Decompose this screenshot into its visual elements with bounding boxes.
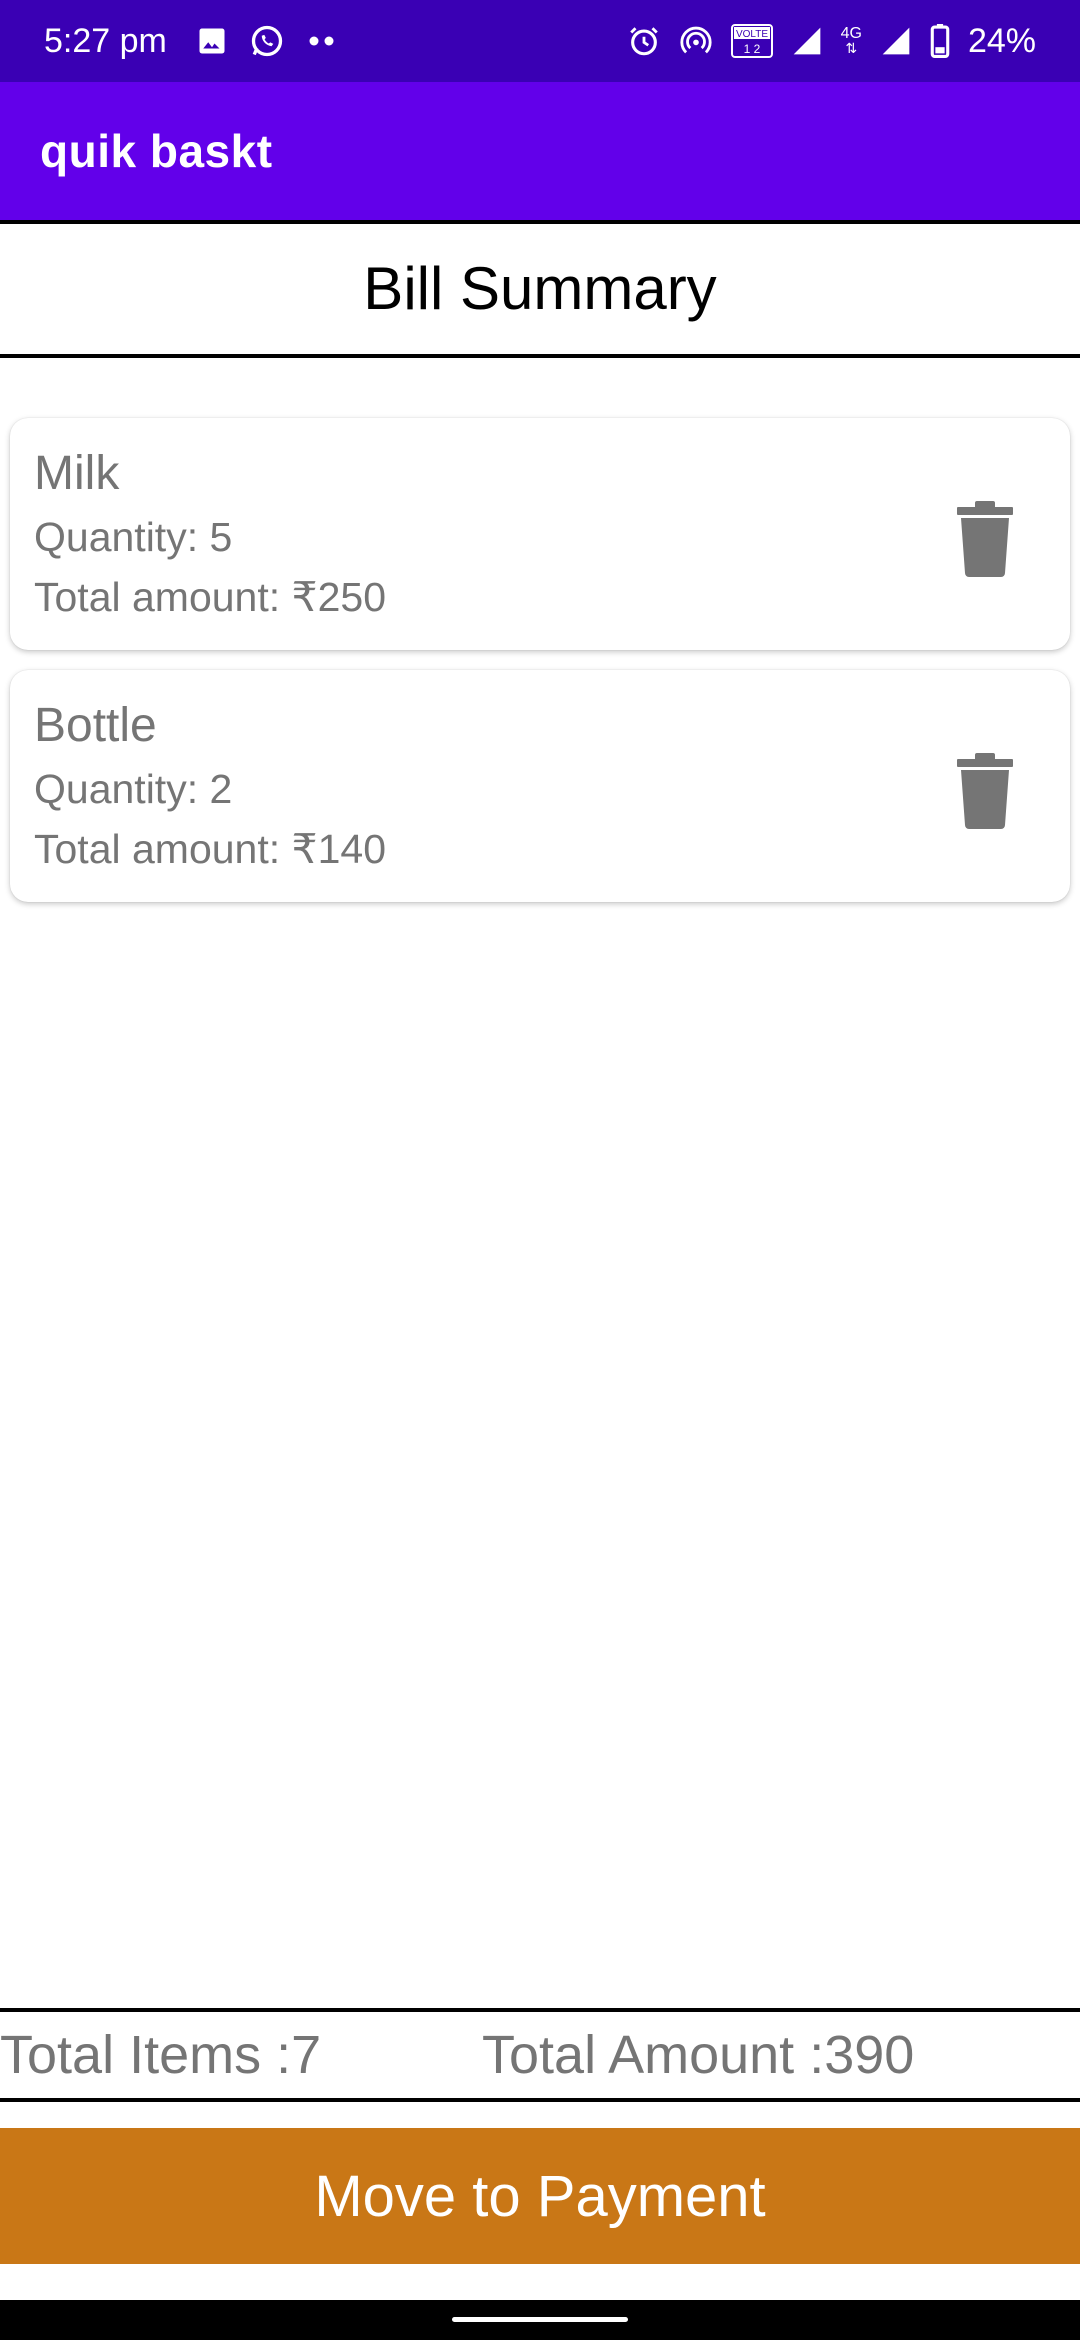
app-bar: quik baskt [0,82,1080,220]
move-to-payment-button[interactable]: Move to Payment [0,2128,1080,2264]
page-title: Bill Summary [363,254,717,322]
totals-row: Total Items :7 Total Amount :390 [0,2012,1080,2098]
battery-percentage: 24% [967,21,1036,60]
trash-icon [957,753,1013,829]
status-time: 5:27 pm [44,21,167,60]
volte-icon: VOLTE 1 2 [730,24,773,58]
item-quantity: Quantity: 5 [34,514,233,560]
whatsapp-icon [249,23,285,59]
system-nav-bar [0,2300,1080,2340]
status-left-icons [197,23,337,59]
status-bar: 5:27 pm VOLTE 1 2 4G ⇅ 24% [0,0,1080,82]
more-dots-icon [307,35,337,47]
alarm-icon [627,24,661,58]
item-total-amount: Total amount: ₹250 [34,574,387,620]
total-items-label: Total Items :7 [0,2025,322,2085]
header-bottom-divider [0,354,1080,358]
item-name: Milk [34,447,120,500]
trash-icon [957,501,1013,577]
home-gesture-handle[interactable] [452,2317,628,2322]
delete-item-button[interactable] [940,745,1030,835]
status-right-icons: VOLTE 1 2 4G ⇅ 24% [627,22,1036,61]
item-name: Bottle [34,699,157,752]
list-item: Bottle Quantity: 2 Total amount: ₹140 [10,670,1070,902]
battery-icon [930,24,950,58]
delete-item-button[interactable] [940,493,1030,583]
totals-bottom-divider [0,2098,1080,2102]
list-item: Milk Quantity: 5 Total amount: ₹250 [10,418,1070,650]
item-total-amount: Total amount: ₹140 [34,826,387,872]
image-icon [197,26,227,56]
svg-text:1 2: 1 2 [743,42,760,56]
network-type-label: 4G ⇅ [840,25,862,56]
signal-icon [880,25,912,57]
app-title: quik baskt [40,125,273,177]
hotspot-icon [679,24,713,58]
item-quantity: Quantity: 2 [34,766,233,812]
svg-text:VOLTE: VOLTE [736,29,768,40]
total-amount-label: Total Amount :390 [482,2025,915,2085]
signal-icon [791,25,823,57]
